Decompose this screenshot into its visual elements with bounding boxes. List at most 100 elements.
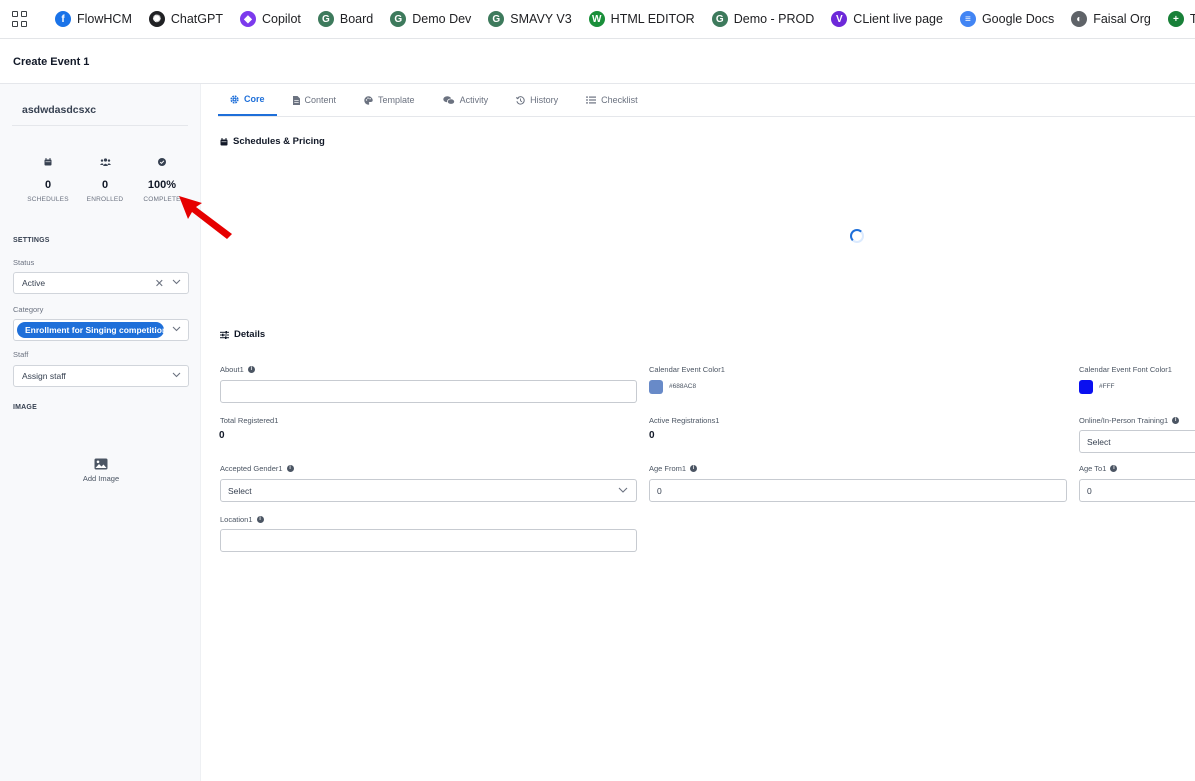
event-name: asdwdasdcsxc bbox=[12, 96, 188, 126]
tab-checklist[interactable]: Checklist bbox=[574, 84, 650, 116]
chevron-down-icon bbox=[172, 372, 181, 378]
bookmark-chatgpt[interactable]: ✺ ChatGPT bbox=[148, 11, 223, 27]
training-mode-select[interactable]: Select bbox=[1079, 430, 1195, 453]
palette-icon bbox=[364, 95, 373, 105]
age-from-value: 0 bbox=[657, 485, 662, 496]
add-image-button[interactable]: Add Image bbox=[60, 458, 142, 483]
tab-activity[interactable]: Activity bbox=[431, 84, 501, 116]
schedules-section-title: Schedules & Pricing bbox=[220, 136, 325, 147]
tab-history[interactable]: History bbox=[504, 84, 570, 116]
bookmark-test-cases[interactable]: + Test Cases bbox=[1167, 11, 1195, 27]
field-label-text: Accepted Gender1 bbox=[220, 464, 283, 473]
bookmark-client-live-page[interactable]: V CLient live page bbox=[831, 11, 943, 27]
location-input[interactable] bbox=[220, 529, 637, 552]
age-to-input[interactable]: 0 bbox=[1079, 479, 1195, 502]
calendar-font-color-label: Calendar Event Font Color1 bbox=[1079, 365, 1172, 374]
active-registrations-label: Active Registrations1 bbox=[649, 416, 720, 425]
calendar-font-color-swatch[interactable] bbox=[1079, 380, 1093, 394]
category-select[interactable]: Enrollment for Singing competition bbox=[13, 319, 189, 341]
bookmark-label: Test Cases bbox=[1190, 12, 1195, 26]
stat-label: ENROLLED bbox=[86, 196, 124, 203]
info-icon[interactable]: i bbox=[247, 366, 255, 373]
training-mode-label: Online/In-Person Training1 i bbox=[1079, 416, 1180, 425]
chevron-down-icon bbox=[172, 279, 181, 285]
image-heading: IMAGE bbox=[13, 404, 37, 411]
client-live-icon: V bbox=[831, 11, 848, 27]
bookmark-demo-prod[interactable]: G Demo - PROD bbox=[711, 11, 815, 27]
event-sidebar: asdwdasdcsxc 0 SCHEDULES 0 ENROLLED 100%… bbox=[0, 84, 201, 781]
loading-spinner-icon bbox=[850, 229, 864, 243]
active-registrations-value: 0 bbox=[649, 430, 655, 441]
bookmark-flowhcm[interactable]: f FlowHCM bbox=[55, 11, 132, 27]
bookmark-google-docs[interactable]: ≡ Google Docs bbox=[959, 11, 1054, 27]
event-tabs: Core Content Template Activity History C… bbox=[218, 84, 1195, 117]
stat-value: 0 bbox=[101, 179, 109, 191]
flowhcm-icon: f bbox=[55, 11, 71, 27]
total-registered-value: 0 bbox=[219, 430, 225, 441]
bookmark-board[interactable]: G Board bbox=[317, 11, 374, 27]
demo-dev-icon: G bbox=[390, 11, 407, 27]
annotation-arrow-icon bbox=[179, 196, 232, 239]
bookmark-label: Demo - PROD bbox=[733, 12, 815, 26]
status-label: Status bbox=[13, 258, 35, 267]
copilot-icon: ◆ bbox=[239, 11, 256, 27]
calendar-color-swatch[interactable] bbox=[649, 380, 663, 394]
calendar-icon bbox=[220, 137, 228, 145]
check-circle-icon bbox=[134, 156, 190, 168]
info-icon[interactable]: i bbox=[286, 465, 294, 472]
settings-heading: SETTINGS bbox=[13, 237, 50, 244]
staff-label: Staff bbox=[13, 350, 29, 359]
add-image-label: Add Image bbox=[82, 474, 120, 483]
tab-label: Template bbox=[378, 95, 415, 105]
tab-label: Checklist bbox=[601, 95, 638, 105]
category-chip[interactable]: Enrollment for Singing competition bbox=[17, 322, 164, 338]
age-from-input[interactable]: 0 bbox=[649, 479, 1067, 502]
board-icon: G bbox=[317, 11, 334, 27]
bookmark-copilot[interactable]: ◆ Copilot bbox=[239, 11, 301, 27]
bookmark-label: FlowHCM bbox=[77, 12, 132, 26]
bookmark-label: ChatGPT bbox=[170, 12, 223, 26]
staff-select[interactable]: Assign staff bbox=[13, 365, 189, 387]
bookmarks-bar: f FlowHCM ✺ ChatGPT ◆ Copilot G Board G Demo Dev G… bbox=[0, 0, 1195, 39]
training-mode-placeholder: Select bbox=[1087, 436, 1111, 447]
clear-icon[interactable]: ✕ bbox=[155, 277, 164, 290]
stat-value: 0 bbox=[44, 179, 52, 191]
total-registered-label: Total Registered1 bbox=[220, 416, 279, 425]
sliders-icon bbox=[220, 330, 229, 339]
bookmark-label: SMAVY V3 bbox=[510, 12, 572, 26]
tab-label: Content bbox=[304, 95, 337, 105]
info-icon[interactable]: i bbox=[690, 465, 698, 472]
accepted-gender-select[interactable]: Select bbox=[220, 479, 637, 502]
field-label-text: Age From1 bbox=[649, 464, 687, 473]
users-icon bbox=[77, 156, 133, 168]
calendar-font-color-value: #FFF bbox=[1099, 383, 1115, 390]
bookmark-label: Board bbox=[339, 12, 374, 26]
field-label-text: About1 bbox=[220, 365, 244, 374]
event-stats: 0 SCHEDULES 0 ENROLLED 100% COMPLETE bbox=[20, 156, 190, 203]
info-icon[interactable]: i bbox=[1110, 465, 1118, 472]
page-title: Create Event 1 bbox=[13, 55, 90, 68]
age-from-label: Age From1 i bbox=[649, 464, 698, 473]
status-select[interactable]: Active ✕ bbox=[13, 272, 189, 294]
apps-grid-icon[interactable] bbox=[12, 11, 27, 27]
info-icon[interactable]: i bbox=[1172, 417, 1180, 424]
bookmark-smavy-v3[interactable]: G SMAVY V3 bbox=[488, 11, 572, 27]
page-header: Create Event 1 bbox=[0, 40, 1195, 84]
google-docs-icon: ≡ bbox=[959, 11, 976, 27]
bookmark-faisal-org[interactable]: ◐ Faisal Org bbox=[1071, 11, 1151, 27]
staff-placeholder: Assign staff bbox=[22, 371, 66, 381]
calendar-color-value: #688AC8 bbox=[669, 383, 697, 390]
info-icon[interactable]: i bbox=[256, 516, 264, 523]
age-to-label: Age To1 i bbox=[1079, 464, 1118, 473]
tab-template[interactable]: Template bbox=[352, 84, 427, 116]
tab-core[interactable]: Core bbox=[218, 84, 277, 116]
bookmark-html-editor[interactable]: W HTML EDITOR bbox=[588, 11, 695, 27]
status-value: Active bbox=[22, 278, 46, 288]
chat-icon bbox=[442, 95, 455, 105]
field-label-text: Location1 bbox=[220, 515, 253, 524]
field-label-text: Age To1 bbox=[1079, 464, 1107, 473]
about-input[interactable] bbox=[220, 380, 637, 403]
bookmark-demo-dev[interactable]: G Demo Dev bbox=[390, 11, 471, 27]
tab-content[interactable]: Content bbox=[281, 84, 349, 116]
chatgpt-icon: ✺ bbox=[148, 11, 165, 27]
